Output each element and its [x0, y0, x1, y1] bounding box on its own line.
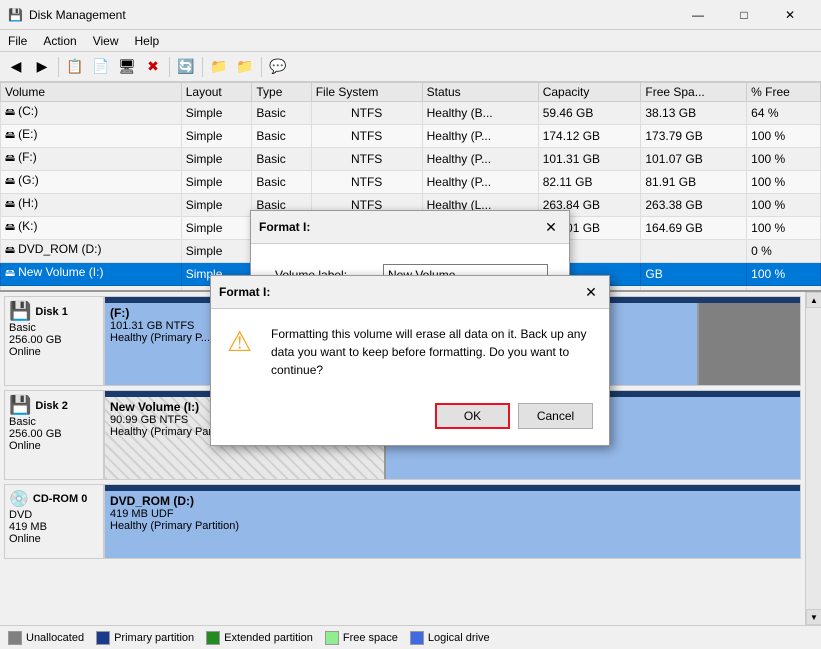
confirm-dialog-body: ⚠ Formatting this volume will erase all … [211, 309, 609, 395]
confirm-ok-button[interactable]: OK [435, 403, 510, 429]
confirm-dialog-message: Formatting this volume will erase all da… [271, 325, 593, 379]
format-confirm-dialog: Format I: ✕ ⚠ Formatting this volume wil… [210, 275, 610, 446]
overlay: Format I: ✕ Volume label: Format I: ✕ ⚠ … [0, 0, 821, 649]
confirm-dialog-buttons: OK Cancel [211, 395, 609, 445]
confirm-dialog-titlebar: Format I: ✕ [211, 276, 609, 309]
confirm-dialog-title: Format I: [219, 285, 270, 299]
dialog-bg-close[interactable]: ✕ [541, 217, 561, 237]
dialog-bg-title: Format I: [259, 220, 310, 234]
dialog-bg-titlebar: Format I: ✕ [251, 211, 569, 244]
warning-icon: ⚠ [227, 325, 259, 357]
confirm-cancel-button[interactable]: Cancel [518, 403, 593, 429]
confirm-dialog-close[interactable]: ✕ [581, 282, 601, 302]
